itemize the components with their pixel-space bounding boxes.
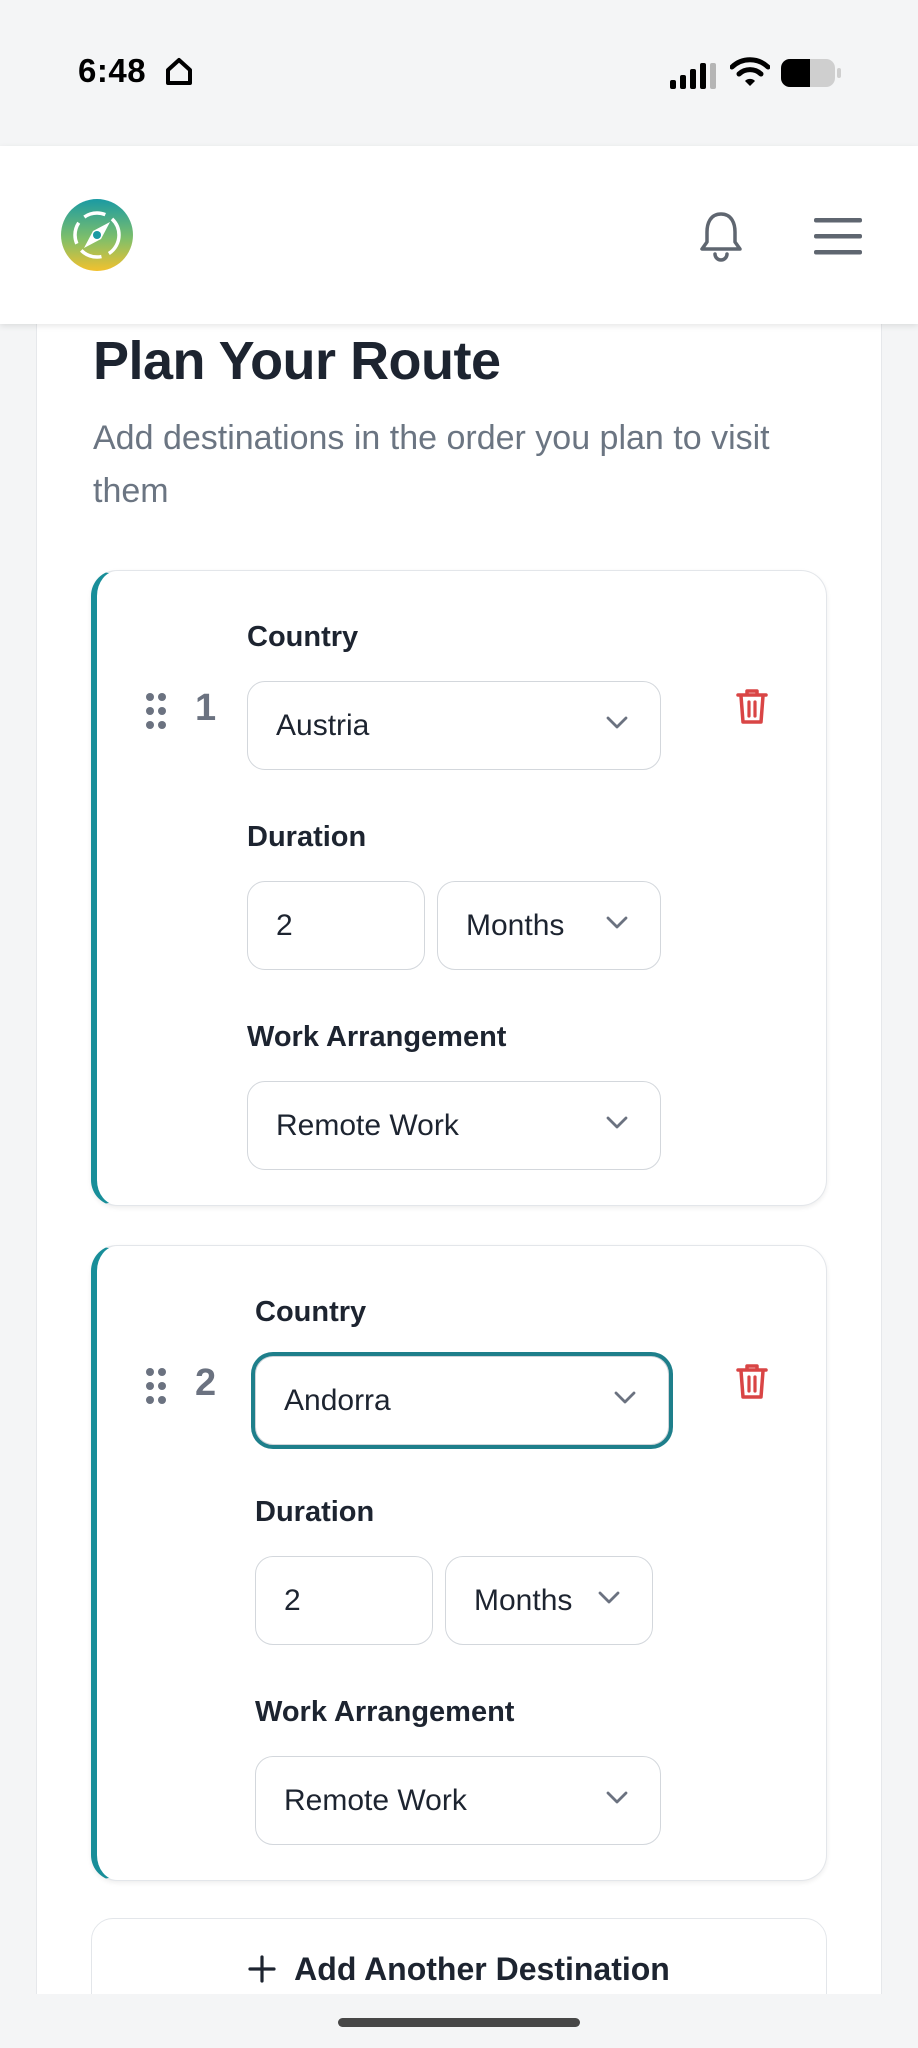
country-value: Austria — [276, 708, 370, 742]
destination-number: 2 — [195, 1362, 217, 1404]
work-arrangement-select[interactable]: Remote Work — [255, 1756, 661, 1845]
country-value: Andorra — [284, 1383, 391, 1417]
work-arrangement-select[interactable]: Remote Work — [247, 1081, 661, 1170]
notification-bell-icon[interactable] — [696, 208, 746, 264]
status-time: 6:48 — [78, 52, 147, 89]
signal-icon — [670, 63, 716, 89]
work-arrangement-label: Work Arrangement — [247, 1021, 507, 1053]
delete-destination-icon[interactable] — [735, 1362, 769, 1400]
home-indicator[interactable] — [338, 2018, 580, 2027]
battery-icon — [781, 59, 841, 87]
duration-unit-select[interactable]: Months — [437, 881, 661, 970]
app-header — [0, 146, 918, 324]
country-label: Country — [247, 621, 359, 653]
destination-card: 2 Country Andorra Duration 2 Months Work… — [91, 1245, 827, 1881]
chevron-down-icon — [606, 1791, 628, 1804]
duration-label: Duration — [247, 821, 367, 853]
duration-unit-value: Months — [474, 1583, 573, 1617]
duration-unit-value: Months — [466, 908, 565, 942]
page-subtitle: Add destinations in the order you plan t… — [93, 419, 770, 510]
drag-handle-icon[interactable] — [145, 1366, 167, 1406]
drag-handle-icon[interactable] — [145, 691, 167, 731]
destination-card: 1 Country Austria Duration 2 Months Work… — [91, 570, 827, 1206]
compass-logo[interactable] — [60, 198, 134, 272]
add-destination-label: Add Another Destination — [294, 1951, 670, 1987]
page-title: Plan Your Route — [93, 331, 501, 391]
chevron-down-icon — [598, 1591, 620, 1604]
chevron-down-icon — [614, 1391, 636, 1404]
duration-value: 2 — [284, 1583, 301, 1617]
country-select[interactable]: Andorra — [255, 1356, 669, 1445]
hamburger-menu-icon[interactable] — [812, 214, 864, 258]
plus-icon — [248, 1955, 276, 1983]
bottom-system-bar — [0, 1994, 918, 2048]
duration-label: Duration — [255, 1496, 375, 1528]
duration-unit-select[interactable]: Months — [445, 1556, 653, 1645]
wifi-icon — [730, 57, 770, 86]
chevron-down-icon — [606, 1116, 628, 1129]
home-icon — [166, 58, 192, 85]
route-planner-card: Plan Your Route Add destinations in the … — [36, 300, 882, 2048]
status-bar: 6:48 — [0, 0, 918, 146]
country-label: Country — [255, 1296, 367, 1328]
duration-input[interactable]: 2 — [255, 1556, 433, 1645]
destination-number: 1 — [195, 687, 217, 729]
work-arrangement-value: Remote Work — [284, 1783, 467, 1817]
duration-value: 2 — [276, 908, 293, 942]
duration-input[interactable]: 2 — [247, 881, 425, 970]
chevron-down-icon — [606, 716, 628, 729]
delete-destination-icon[interactable] — [735, 687, 769, 725]
country-select[interactable]: Austria — [247, 681, 661, 770]
chevron-down-icon — [606, 916, 628, 929]
work-arrangement-label: Work Arrangement — [255, 1696, 515, 1728]
work-arrangement-value: Remote Work — [276, 1108, 459, 1142]
